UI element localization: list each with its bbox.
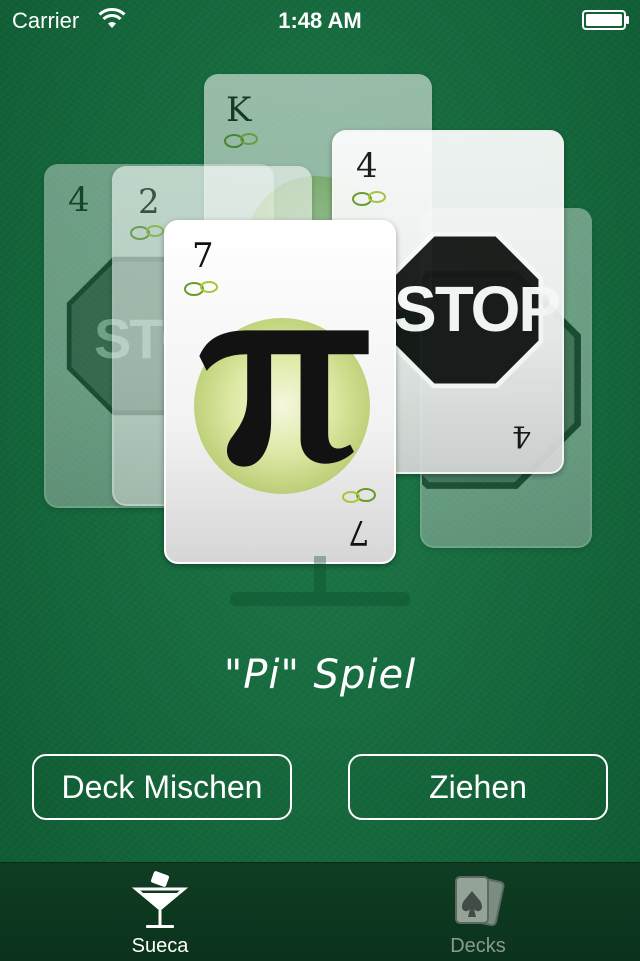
card-rank-flipped: 7	[348, 512, 370, 552]
card-rank-flipped: 4	[512, 418, 532, 453]
status-bar: Carrier 1:48 AM	[0, 0, 640, 40]
lemon-icon	[342, 488, 376, 503]
card-rank: K	[226, 90, 252, 130]
card-rank: 7	[192, 236, 214, 276]
lemon-icon	[352, 191, 386, 206]
card-stack[interactable]: 4 STOP K 2 4	[0, 60, 640, 620]
card-stand	[230, 556, 410, 606]
stop-label: STOP	[394, 273, 561, 345]
lemon-icon	[130, 225, 164, 240]
battery-icon	[582, 10, 629, 30]
lemon-icon	[224, 133, 258, 148]
lemon-icon	[184, 281, 218, 296]
card-rank: 4	[356, 146, 378, 186]
tab-bar: Sueca Decks	[0, 862, 640, 961]
pi-symbol	[199, 330, 369, 467]
playing-cards-icon	[455, 875, 505, 927]
card-front-pi[interactable]: 7 7	[164, 220, 396, 564]
draw-card-button[interactable]: Ziehen	[348, 754, 608, 820]
cocktail-glass-icon	[131, 871, 189, 928]
tab-label: Decks	[450, 935, 506, 957]
tab-decks[interactable]: Decks	[398, 863, 558, 961]
tab-label: Sueca	[131, 935, 189, 957]
card-rank: 2	[138, 182, 160, 222]
shuffle-deck-button[interactable]: Deck Mischen	[32, 754, 292, 820]
card-rank: 4	[68, 180, 90, 220]
clock: 1:48 AM	[278, 8, 362, 33]
tab-sueca[interactable]: Sueca	[80, 863, 240, 961]
game-title: "Pi" Spiel	[223, 652, 417, 698]
